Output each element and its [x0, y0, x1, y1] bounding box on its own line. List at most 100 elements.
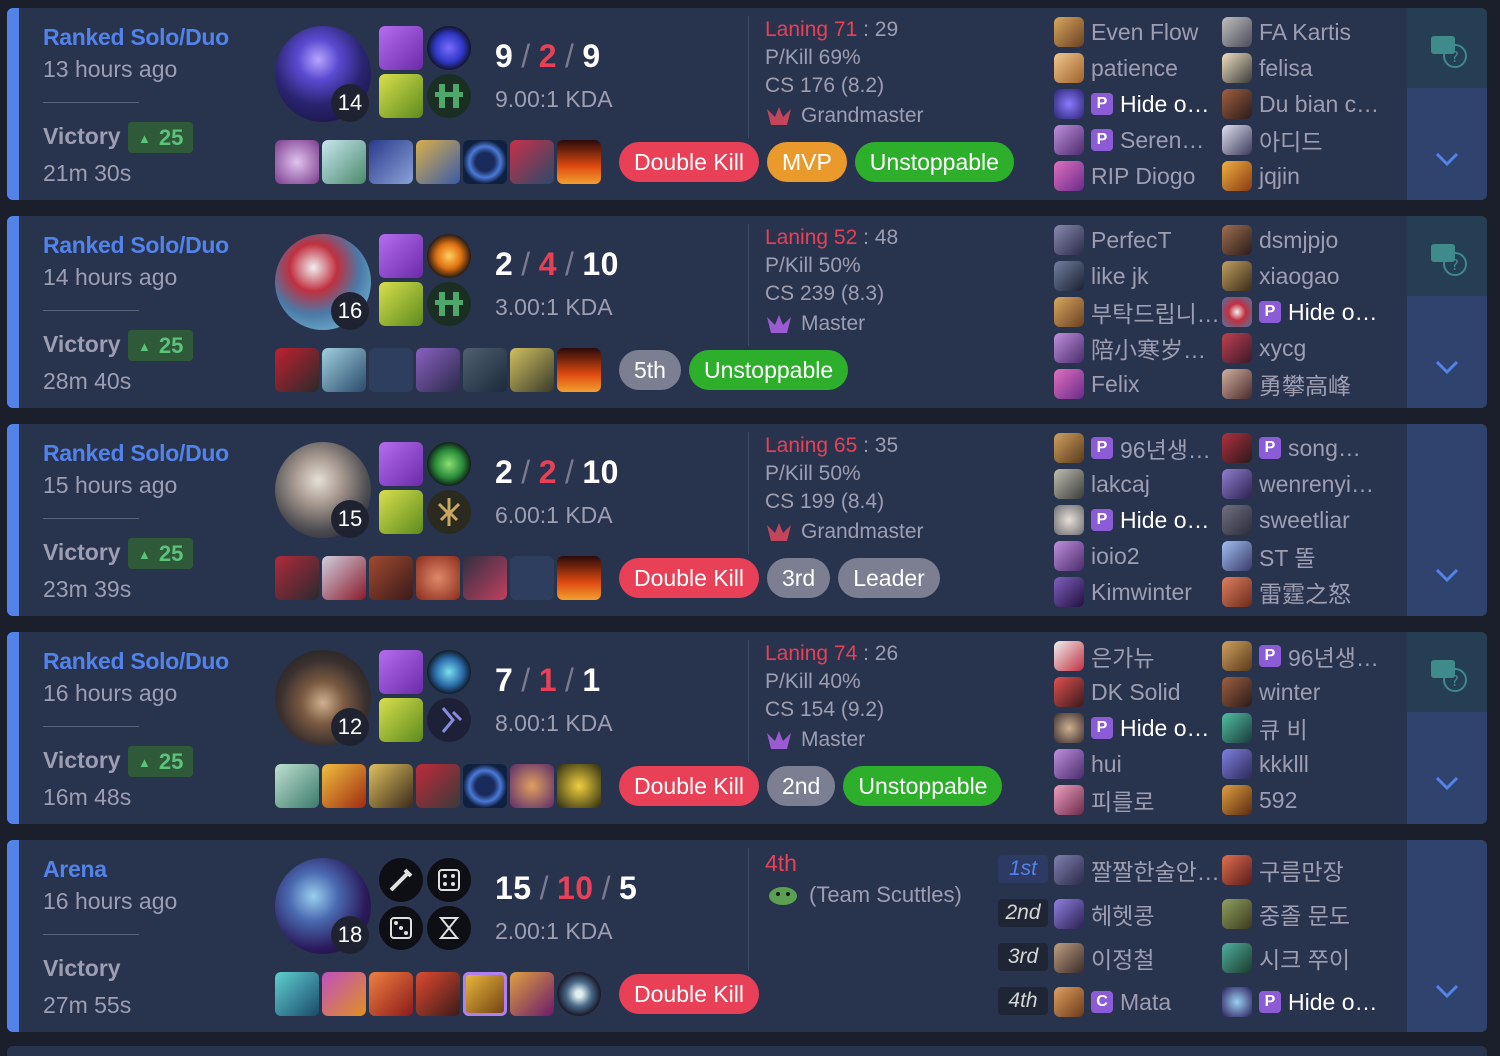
item-slot[interactable]: [510, 972, 554, 1016]
item-slot[interactable]: [275, 140, 319, 184]
participant[interactable]: dsmjpjo: [1222, 222, 1338, 258]
item-slot[interactable]: [463, 972, 507, 1016]
item-slot[interactable]: [322, 140, 366, 184]
match-card[interactable]: Ranked Solo/Duo 15 hours ago Victory ▲ 25…: [7, 424, 1487, 616]
item-slot[interactable]: [463, 556, 507, 600]
summoner-spell-ghost-icon[interactable]: [379, 698, 423, 742]
chevron-down-icon[interactable]: [1434, 562, 1460, 588]
summoner-spell-flash-icon[interactable]: [379, 234, 423, 278]
participant[interactable]: patience: [1054, 50, 1178, 86]
rune-keystone-icon[interactable]: [427, 650, 471, 694]
summoner-spell-ghost-icon[interactable]: [379, 74, 423, 118]
participant[interactable]: PerfecT: [1054, 222, 1172, 258]
item-slot[interactable]: [510, 348, 554, 392]
participant[interactable]: felisa: [1222, 50, 1313, 86]
item-slot[interactable]: [416, 972, 460, 1016]
participant[interactable]: winter: [1222, 674, 1320, 710]
participant[interactable]: 중졸 문도: [1222, 896, 1350, 932]
item-slot[interactable]: [463, 764, 507, 808]
participant[interactable]: 592: [1222, 782, 1297, 818]
participant[interactable]: 헤헷콩: [1054, 896, 1154, 932]
trinket-slot[interactable]: [557, 348, 601, 392]
rune-precision-icon[interactable]: [427, 490, 471, 534]
rune-keystone-icon[interactable]: [427, 26, 471, 70]
item-slot[interactable]: [510, 764, 554, 808]
participant-self[interactable]: P Hide o…: [1054, 502, 1209, 538]
trinket-slot[interactable]: [557, 140, 601, 184]
participant[interactable]: lakcaj: [1054, 466, 1150, 502]
participant[interactable]: jqjin: [1222, 158, 1300, 194]
augment-dice-icon[interactable]: [379, 906, 423, 950]
summoner-spell-flash-icon[interactable]: [379, 442, 423, 486]
trinket-slot[interactable]: [557, 556, 601, 600]
summoner-spell-flash-icon[interactable]: [379, 26, 423, 70]
participant[interactable]: ioio2: [1054, 538, 1140, 574]
participant[interactable]: 피를로: [1054, 782, 1154, 818]
participant[interactable]: xycg: [1222, 330, 1306, 366]
next-match-card[interactable]: [7, 1046, 1487, 1056]
chevron-down-icon[interactable]: [1434, 978, 1460, 1004]
participant[interactable]: wenrenyi…: [1222, 466, 1374, 502]
participant[interactable]: 짤짤한술안…: [1054, 852, 1220, 888]
item-slot[interactable]: [557, 972, 601, 1016]
item-slot[interactable]: [275, 972, 319, 1016]
summoner-spell-ghost-icon[interactable]: [379, 282, 423, 326]
participant[interactable]: 부탁드립니…: [1054, 294, 1220, 330]
chevron-down-icon[interactable]: [1434, 146, 1460, 172]
summoner-spell-ghost-icon[interactable]: [379, 490, 423, 534]
participant[interactable]: sweetliar: [1222, 502, 1350, 538]
item-slot[interactable]: [275, 348, 319, 392]
item-slot[interactable]: [510, 140, 554, 184]
participant[interactable]: kkklll: [1222, 746, 1309, 782]
participant[interactable]: Psong…: [1222, 430, 1361, 466]
participant[interactable]: C Mata: [1054, 984, 1171, 1020]
chevron-down-icon[interactable]: [1434, 354, 1460, 380]
participant[interactable]: Du bian c…: [1222, 86, 1379, 122]
participant[interactable]: P 96년생…: [1054, 430, 1211, 466]
participant[interactable]: ST 똘: [1222, 538, 1316, 574]
participant[interactable]: FA Kartis: [1222, 14, 1351, 50]
participant[interactable]: RIP Diogo: [1054, 158, 1195, 194]
question-chat-button[interactable]: ?: [1407, 8, 1487, 88]
item-slot[interactable]: [275, 764, 319, 808]
participant-self[interactable]: P Hide o…: [1222, 984, 1377, 1020]
item-slot[interactable]: [416, 764, 460, 808]
item-slot[interactable]: [416, 556, 460, 600]
item-slot[interactable]: [463, 348, 507, 392]
trinket-slot[interactable]: [557, 764, 601, 808]
participant[interactable]: 雷霆之怒: [1222, 574, 1351, 610]
participant[interactable]: 시크 쭈이: [1222, 940, 1350, 976]
participant[interactable]: Kimwinter: [1054, 574, 1192, 610]
summoner-spell-flash-icon[interactable]: [379, 650, 423, 694]
match-card[interactable]: Ranked Solo/Duo 14 hours ago Victory ▲ 25…: [7, 216, 1487, 408]
participant[interactable]: P 96년생…: [1222, 638, 1379, 674]
participant[interactable]: 勇攀高峰: [1222, 366, 1351, 402]
participant[interactable]: 은가뉴: [1054, 638, 1154, 674]
participant[interactable]: 큐 비: [1222, 710, 1308, 746]
item-slot[interactable]: [369, 972, 413, 1016]
item-slot[interactable]: [463, 140, 507, 184]
participant[interactable]: Even Flow: [1054, 14, 1198, 50]
augment-dice-icon[interactable]: [427, 858, 471, 902]
item-slot[interactable]: [369, 140, 413, 184]
item-slot[interactable]: [322, 348, 366, 392]
item-slot[interactable]: [275, 556, 319, 600]
participant-self[interactable]: P Hide o…: [1054, 86, 1209, 122]
question-chat-button[interactable]: ?: [1407, 216, 1487, 296]
item-slot[interactable]: [416, 348, 460, 392]
participant[interactable]: DK Solid: [1054, 674, 1180, 710]
rune-sorcery-icon[interactable]: [427, 698, 471, 742]
item-slot[interactable]: [369, 764, 413, 808]
participant[interactable]: Felix: [1054, 366, 1140, 402]
rune-resolve-icon[interactable]: [427, 74, 471, 118]
match-card[interactable]: Ranked Solo/Duo 16 hours ago Victory ▲ 25…: [7, 632, 1487, 824]
participant[interactable]: 이정철: [1054, 940, 1154, 976]
match-card[interactable]: Arena 16 hours ago Victory 27m 55s 18 15…: [7, 840, 1487, 1032]
participant[interactable]: P Seren…: [1054, 122, 1204, 158]
item-slot[interactable]: [322, 972, 366, 1016]
participant[interactable]: 陪小寒岁…: [1054, 330, 1206, 366]
participant-self[interactable]: P Hide o…: [1054, 710, 1209, 746]
augment-hourglass-icon[interactable]: [427, 906, 471, 950]
participant[interactable]: xiaogao: [1222, 258, 1340, 294]
item-slot[interactable]: [416, 140, 460, 184]
